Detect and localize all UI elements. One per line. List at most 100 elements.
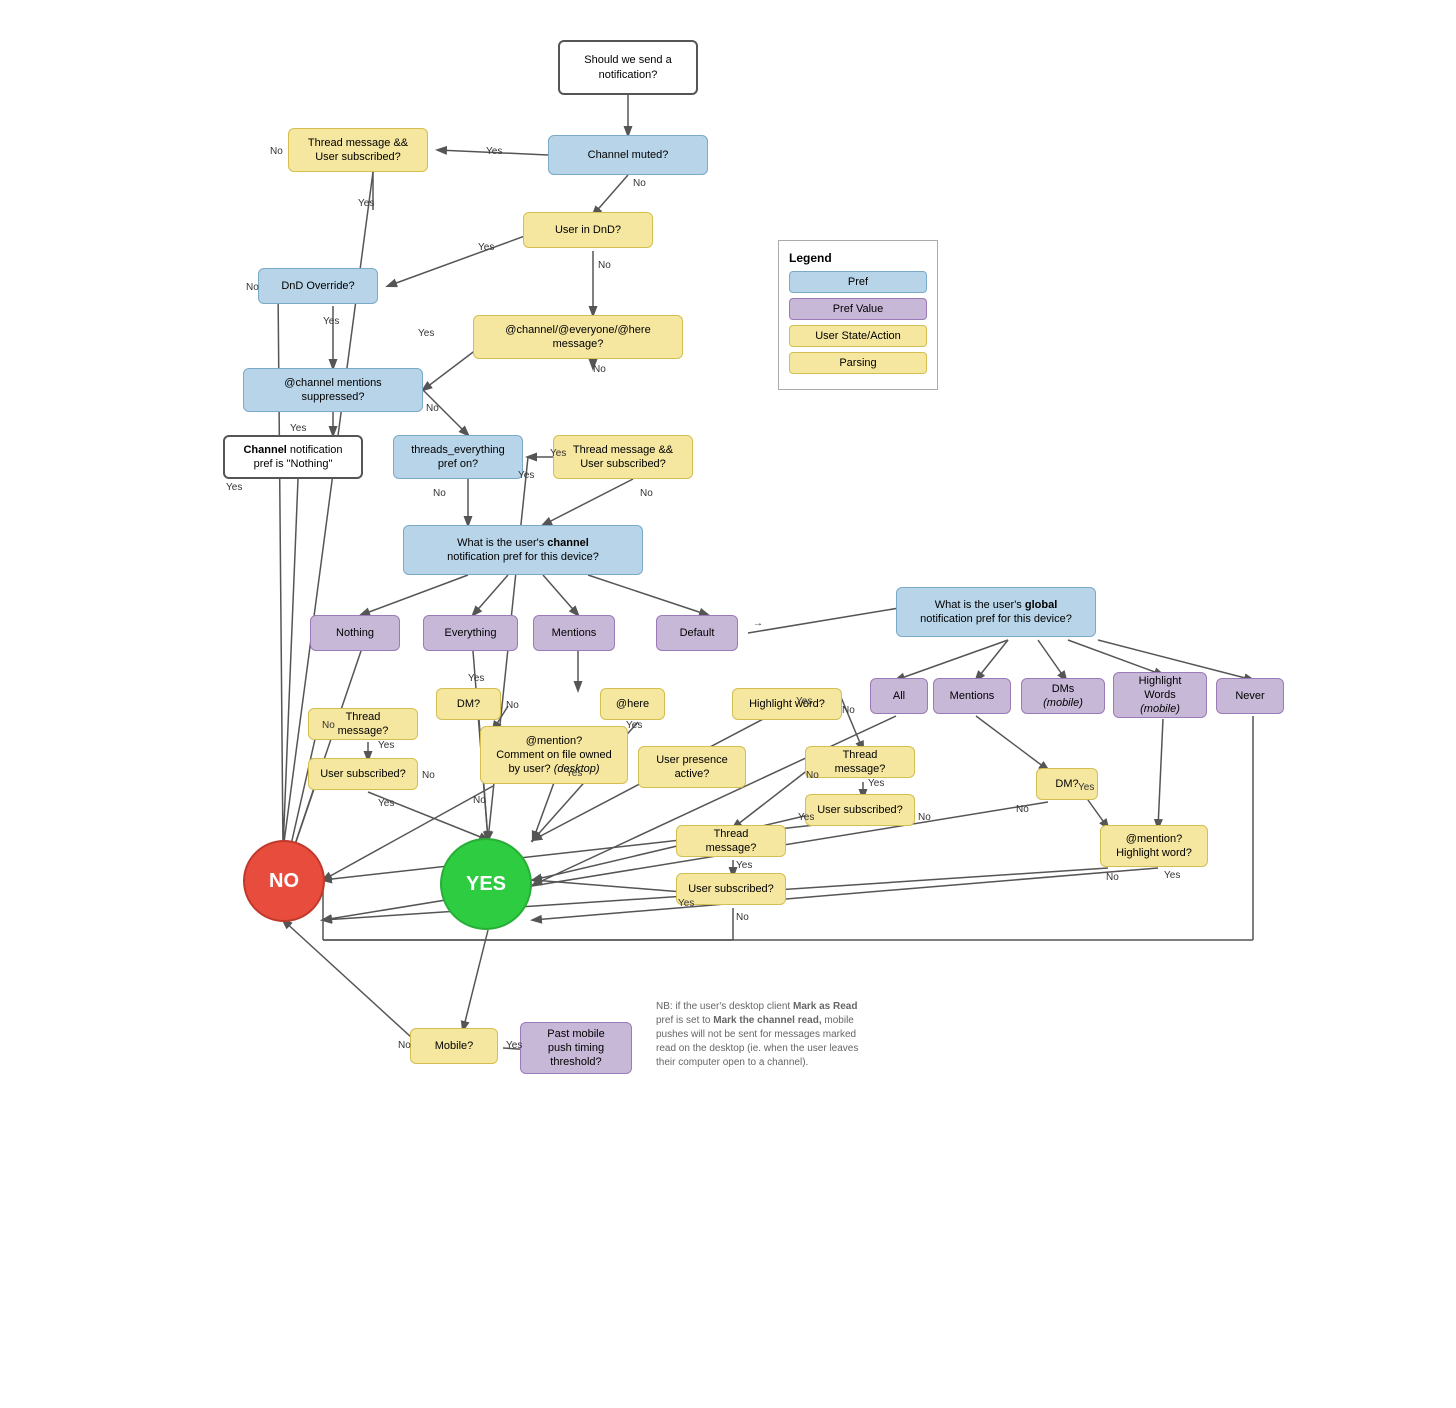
label-no-dm-q: No	[506, 700, 519, 711]
never-pref-label: Never	[1235, 689, 1264, 703]
label-yes-threads: Yes	[518, 470, 534, 481]
thread-subscribed-1-label: Thread message &&User subscribed?	[308, 136, 408, 165]
label-yes-notif-nothing: Yes	[226, 482, 242, 493]
dm-q-label: DM?	[457, 697, 480, 711]
no-label: NO	[269, 868, 299, 894]
label-yes-thread-msg-q1: Yes	[378, 740, 394, 751]
label-yes-dm-q: Yes	[468, 673, 484, 684]
nothing-label: Nothing	[336, 626, 374, 640]
label-no-highlight: No	[842, 705, 855, 716]
user-subscribed-q1-node: User subscribed?	[308, 758, 418, 790]
label-no-dnd-override: No	[246, 282, 259, 293]
highlight-word-label: Highlight word?	[749, 697, 825, 711]
label-default-arrow: →	[753, 618, 763, 629]
global-notif-pref-node: What is the user's globalnotification pr…	[896, 587, 1096, 637]
dms-mobile-label: DMs (mobile)	[1032, 682, 1094, 711]
user-subscribed-q3-label: User subscribed?	[688, 882, 774, 896]
channel-everyone-label: @channel/@everyone/@here message?	[484, 323, 672, 352]
mobile-q-label: Mobile?	[435, 1039, 474, 1053]
everything-label: Everything	[445, 626, 497, 640]
channel-mentions-suppressed-node: @channel mentions suppressed?	[243, 368, 423, 412]
user-presence-label: User presenceactive?	[656, 753, 728, 782]
thread-msg-q3-label: Thread message?	[687, 827, 775, 856]
diagram-container: Should we send a notification? Channel m…	[178, 20, 1278, 1370]
label-yes-dm-q2: Yes	[1078, 782, 1094, 793]
legend-parsing: Parsing	[789, 352, 927, 374]
thread-msg-q2-label: Thread message?	[816, 748, 904, 777]
label-yes-thread-1: Yes	[358, 198, 374, 209]
mentions-label: Mentions	[552, 626, 597, 640]
label-no-user-sub-q1: No	[422, 770, 435, 781]
user-subscribed-q2-label: User subscribed?	[817, 803, 903, 817]
yes-circle: YES	[440, 838, 532, 930]
mentions-node: Mentions	[533, 615, 615, 651]
nothing-node: Nothing	[310, 615, 400, 651]
user-dnd-node: User in DnD?	[523, 212, 653, 248]
label-yes-highlight: Yes	[796, 696, 812, 707]
label-no-at-mention: No	[473, 795, 486, 806]
yes-label: YES	[466, 871, 506, 897]
default-label: Default	[680, 626, 715, 640]
channel-notif-pref-node: What is the user's channelnotification p…	[403, 525, 643, 575]
highlight-word-node: Highlight word?	[732, 688, 842, 720]
label-yes-channel-muted: Yes	[486, 146, 502, 157]
channel-everyone-node: @channel/@everyone/@here message?	[473, 315, 683, 359]
all-pref-label: All	[893, 689, 905, 703]
at-mention-highlight-label: @mention?Highlight word?	[1116, 832, 1192, 861]
thread-subscribed-2-node: Thread message &&User subscribed?	[553, 435, 693, 479]
label-yes-thread-q3: Yes	[736, 860, 752, 871]
label-no-mobile: No	[398, 1040, 411, 1051]
dm-q2-label: DM?	[1055, 777, 1078, 791]
thread-subscribed-2-label: Thread message &&User subscribed?	[573, 443, 673, 472]
note-content: NB: if the user's desktop client Mark as…	[656, 1001, 858, 1068]
highlight-words-mobile-label: Highlight Words(mobile)	[1124, 674, 1196, 717]
label-no-threads: No	[433, 488, 446, 499]
legend-pref-val: Pref Value	[789, 298, 927, 320]
label-yes-at-mention: Yes	[566, 768, 582, 779]
at-mention-highlight-node: @mention?Highlight word?	[1100, 825, 1208, 867]
user-dnd-label: User in DnD?	[555, 223, 621, 237]
default-node: Default	[656, 615, 738, 651]
past-mobile-timing-label: Past mobilepush timingthreshold?	[547, 1027, 604, 1070]
everything-node: Everything	[423, 615, 518, 651]
label-no-dm-q2: No	[1016, 804, 1029, 815]
label-yes-dnd-override: Yes	[323, 316, 339, 327]
label-no-sub-q3: No	[736, 912, 749, 923]
at-mention-desktop-node: @mention?Comment on file ownedby user? (…	[480, 726, 628, 784]
label-yes-dnd: Yes	[478, 242, 494, 253]
thread-msg-q2-node: Thread message?	[805, 746, 915, 778]
past-mobile-timing-node: Past mobilepush timingthreshold?	[520, 1022, 632, 1074]
label-no-channel-muted: No	[633, 178, 646, 189]
threads-everything-node: threads_everythingpref on?	[393, 435, 523, 479]
label-no-thread-msg-q1: No	[322, 720, 335, 731]
label-no-suppress: No	[426, 403, 439, 414]
label-no-thread-sub2: No	[640, 488, 653, 499]
legend: Legend Pref Pref Value User State/Action…	[778, 240, 938, 390]
channel-notif-nothing-node: Channel notificationpref is "Nothing"	[223, 435, 363, 479]
start-node: Should we send a notification?	[558, 40, 698, 95]
label-yes-suppress: Yes	[290, 423, 306, 434]
label-no-sub-q2: No	[918, 812, 931, 823]
channel-notif-nothing-label: Channel notificationpref is "Nothing"	[243, 443, 342, 472]
channel-muted-node: Channel muted?	[548, 135, 708, 175]
dnd-override-label: DnD Override?	[281, 279, 354, 293]
label-yes-mobile: Yes	[506, 1040, 522, 1051]
channel-muted-label: Channel muted?	[588, 148, 669, 162]
user-subscribed-q1-label: User subscribed?	[320, 767, 406, 781]
channel-mentions-suppressed-label: @channel mentions suppressed?	[254, 376, 412, 405]
label-yes-user-sub-q1: Yes	[378, 798, 394, 809]
mentions-pref-label: Mentions	[950, 689, 995, 703]
threads-everything-label: threads_everythingpref on?	[411, 443, 505, 472]
start-label: Should we send a notification?	[570, 53, 686, 82]
channel-notif-pref-label: What is the user's channelnotification p…	[447, 536, 599, 565]
user-presence-node: User presenceactive?	[638, 746, 746, 788]
global-notif-pref-label: What is the user's globalnotification pr…	[920, 598, 1072, 627]
all-pref-node: All	[870, 678, 928, 714]
thread-subscribed-1-node: Thread message &&User subscribed?	[288, 128, 428, 172]
label-no-thread-1: No	[270, 146, 283, 157]
legend-title: Legend	[789, 251, 927, 265]
label-yes-sub-q2: Yes	[798, 812, 814, 823]
label-yes-thread-q2: Yes	[868, 778, 884, 789]
mentions-pref-node: Mentions	[933, 678, 1011, 714]
label-no-thread-q2: No	[806, 770, 819, 781]
